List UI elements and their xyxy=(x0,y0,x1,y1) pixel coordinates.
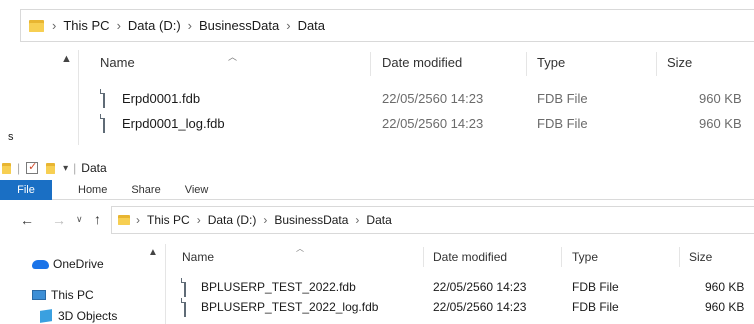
file-date: 22/05/2560 14:23 xyxy=(382,91,484,106)
file-name: BPLUSERP_TEST_2022_log.fdb xyxy=(201,300,379,314)
back-arrow-icon[interactable]: ← xyxy=(20,212,34,228)
onedrive-icon xyxy=(32,259,49,269)
breadcrumb-drive[interactable]: Data (D:) xyxy=(208,213,257,227)
chevron-right-icon[interactable]: › xyxy=(197,213,201,227)
file-size: 960 KB xyxy=(705,280,745,294)
top-sidebar-divider xyxy=(78,50,79,145)
file-name: Erpd0001.fdb xyxy=(122,91,201,106)
file-name: Erpd0001_log.fdb xyxy=(122,116,225,131)
sidebar-item-onedrive[interactable]: OneDrive xyxy=(32,256,104,272)
file-name: BPLUSERP_TEST_2022.fdb xyxy=(201,280,356,294)
column-divider xyxy=(561,247,562,267)
breadcrumb-drive[interactable]: Data (D:) xyxy=(128,18,181,33)
nav-pane-divider xyxy=(165,244,166,324)
tab-file[interactable]: File xyxy=(0,179,52,200)
column-header-date[interactable]: Date modified xyxy=(433,250,507,264)
sidebar-fragment-label: s xyxy=(8,131,14,143)
column-divider xyxy=(370,52,371,76)
file-row[interactable]: BPLUSERP_TEST_2022_log.fdb 22/05/2560 14… xyxy=(182,298,754,317)
file-icon xyxy=(103,89,105,108)
file-type: FDB File xyxy=(572,280,619,294)
breadcrumb-data[interactable]: Data xyxy=(366,213,391,227)
chevron-right-icon[interactable]: › xyxy=(355,213,359,227)
navigation-bar: ← → ∨ ↑ › This PC › Data (D:) › Business… xyxy=(0,206,754,234)
breadcrumb-data[interactable]: Data xyxy=(298,18,325,33)
folder-icon xyxy=(29,19,44,32)
file-row[interactable]: BPLUSERP_TEST_2022.fdb 22/05/2560 14:23 … xyxy=(182,278,754,297)
tab-share[interactable]: Share xyxy=(119,184,172,196)
breadcrumb-businessdata[interactable]: BusinessData xyxy=(199,18,279,33)
top-sidebar-scroll-up[interactable]: ▲ xyxy=(61,53,72,65)
file-type: FDB File xyxy=(572,300,619,314)
top-sort-arrow-icon: ︿ xyxy=(228,52,238,62)
breadcrumb-this-pc[interactable]: This PC xyxy=(147,213,190,227)
file-icon xyxy=(184,298,186,317)
column-divider xyxy=(423,247,424,267)
file-icon xyxy=(184,278,186,297)
sidebar-item-label: This PC xyxy=(51,288,94,302)
separator: | xyxy=(73,161,77,175)
nav-pane-scroll-up[interactable]: ▲ xyxy=(148,247,158,258)
column-divider xyxy=(656,52,657,76)
sidebar-item-3d-objects[interactable]: 3D Objects xyxy=(40,308,117,324)
column-header-name[interactable]: Name xyxy=(100,55,135,70)
quick-access-toolbar: | ✓ ▾ | Data xyxy=(0,156,754,180)
file-type: FDB File xyxy=(537,91,588,106)
chevron-right-icon[interactable]: › xyxy=(188,18,192,33)
file-row[interactable]: Erpd0001.fdb 22/05/2560 14:23 FDB File 9… xyxy=(100,88,754,108)
file-date: 22/05/2560 14:23 xyxy=(433,280,527,294)
recent-locations-icon[interactable]: ∨ xyxy=(76,214,83,225)
file-row[interactable]: Erpd0001_log.fdb 22/05/2560 14:23 FDB Fi… xyxy=(100,113,754,133)
new-folder-icon[interactable] xyxy=(46,162,56,174)
breadcrumb-businessdata[interactable]: BusinessData xyxy=(274,213,348,227)
tab-home[interactable]: Home xyxy=(66,184,119,196)
properties-icon[interactable]: ✓ xyxy=(26,161,39,174)
column-divider xyxy=(526,52,527,76)
sort-arrow-icon: ︿ xyxy=(296,244,304,253)
column-header-size[interactable]: Size xyxy=(667,55,692,70)
column-divider xyxy=(679,247,680,267)
3d-objects-icon xyxy=(40,309,52,323)
file-date: 22/05/2560 14:23 xyxy=(382,116,484,131)
breadcrumb-this-pc[interactable]: This PC xyxy=(63,18,109,33)
column-header-size[interactable]: Size xyxy=(689,250,712,264)
file-type: FDB File xyxy=(537,116,588,131)
ribbon-tabs: File Home Share View xyxy=(0,179,754,200)
file-size: 960 KB xyxy=(699,91,742,106)
folder-icon xyxy=(2,162,11,174)
chevron-right-icon[interactable]: › xyxy=(263,213,267,227)
file-size: 960 KB xyxy=(705,300,745,314)
file-icon xyxy=(103,114,105,133)
chevron-right-icon[interactable]: › xyxy=(136,213,140,227)
top-address-bar[interactable]: › This PC › Data (D:) › BusinessData › D… xyxy=(20,9,754,42)
tab-view[interactable]: View xyxy=(173,184,221,196)
file-date: 22/05/2560 14:23 xyxy=(433,300,527,314)
file-size: 960 KB xyxy=(699,116,742,131)
sidebar-item-label: 3D Objects xyxy=(58,309,118,323)
address-bar[interactable]: › This PC › Data (D:) › BusinessData › D… xyxy=(111,206,754,234)
forward-arrow-icon[interactable]: → xyxy=(52,212,66,228)
sidebar-item-this-pc[interactable]: This PC xyxy=(32,287,94,303)
sidebar-item-label: OneDrive xyxy=(53,257,104,271)
column-header-date[interactable]: Date modified xyxy=(382,55,462,70)
chevron-right-icon[interactable]: › xyxy=(286,18,290,33)
up-arrow-icon[interactable]: ↑ xyxy=(94,211,101,227)
column-header-name[interactable]: Name xyxy=(182,250,214,264)
chevron-right-icon[interactable]: › xyxy=(52,18,56,33)
column-header-type[interactable]: Type xyxy=(537,55,565,70)
column-header-type[interactable]: Type xyxy=(572,250,598,264)
folder-icon xyxy=(118,215,130,225)
qat-dropdown-icon[interactable]: ▾ xyxy=(63,163,68,174)
chevron-right-icon[interactable]: › xyxy=(117,18,121,33)
window-title: Data xyxy=(81,161,107,175)
separator: | xyxy=(17,161,21,175)
this-pc-icon xyxy=(32,290,46,300)
